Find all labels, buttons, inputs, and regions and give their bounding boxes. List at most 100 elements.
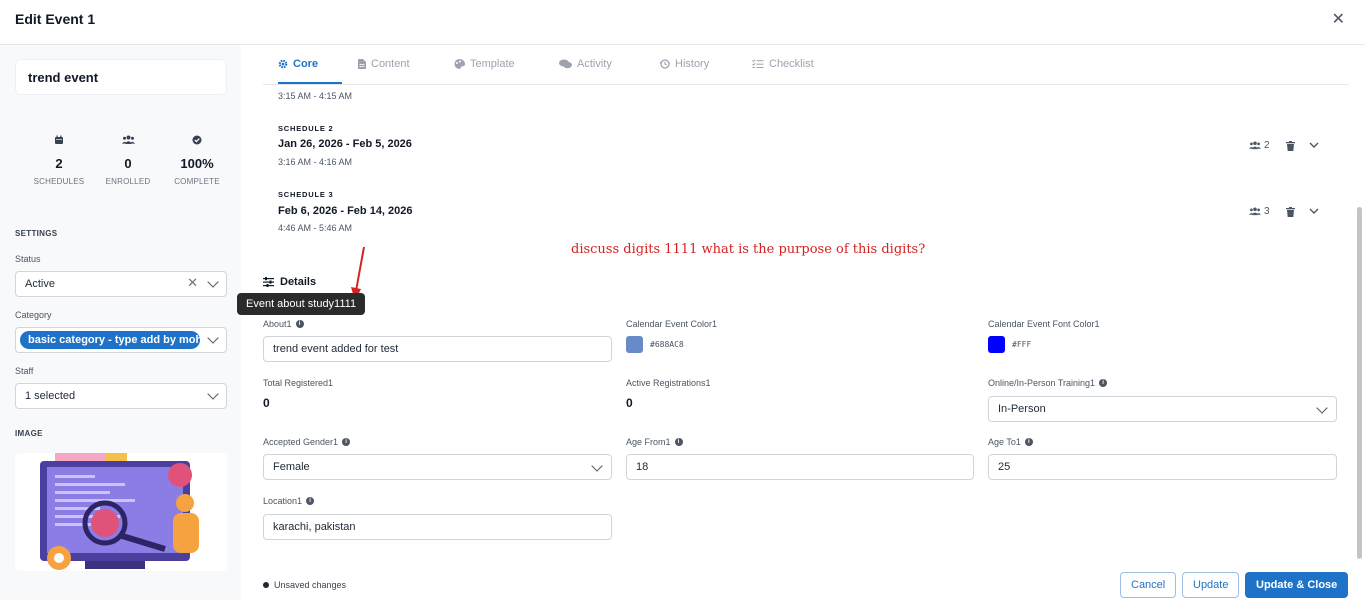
stat-value: 0	[124, 156, 132, 171]
stat-label: ENROLLED	[105, 177, 151, 186]
about-input[interactable]: trend event added for test	[263, 336, 612, 362]
stat-label: COMPLETE	[174, 177, 220, 186]
schedule-label: SCHEDULE 3	[278, 190, 334, 199]
tab-label: History	[675, 58, 710, 70]
tab-core[interactable]: Core	[278, 58, 318, 70]
tab-content[interactable]: Content	[358, 58, 410, 70]
calendar-color-label: Calendar Event Color1	[626, 319, 718, 329]
chevron-down-icon[interactable]	[207, 388, 219, 400]
chevron-down-icon[interactable]	[207, 332, 219, 344]
schedule-actions: 2	[1249, 140, 1319, 151]
staff-value: 1 selected	[25, 390, 76, 402]
tab-history[interactable]: History	[659, 58, 709, 70]
info-icon[interactable]: i	[1024, 438, 1033, 446]
total-registered-value: 0	[263, 396, 270, 410]
age-from-label-text: Age From1	[626, 437, 671, 447]
sliders-icon	[263, 277, 274, 287]
tab-checklist[interactable]: Checklist	[752, 58, 814, 70]
history-icon	[659, 59, 670, 69]
trash-icon[interactable]	[1285, 140, 1295, 151]
enrolled-count: 3	[1264, 206, 1270, 217]
training-label: Online/In-Person Training1 i	[988, 378, 1108, 388]
calendar-color-swatch[interactable]	[626, 336, 643, 353]
tab-label: Content	[371, 58, 410, 70]
info-icon[interactable]: i	[1099, 379, 1108, 387]
calendar-font-color-swatch[interactable]	[988, 336, 1005, 353]
users-icon	[121, 135, 135, 144]
about-tooltip: Event about study1111	[237, 293, 366, 315]
chevron-down-icon[interactable]	[1316, 402, 1328, 414]
schedule-time: 3:16 AM - 4:16 AM	[278, 157, 353, 167]
chevron-down-icon[interactable]	[1309, 142, 1319, 149]
stat-complete: 100% COMPLETE	[168, 135, 226, 186]
schedule-actions: 3	[1249, 206, 1319, 217]
age-to-input[interactable]: 25	[988, 454, 1337, 480]
active-registrations-label: Active Registrations1	[626, 378, 711, 388]
chevron-down-icon[interactable]	[1309, 208, 1319, 215]
stat-enrolled: 0 ENROLLED	[99, 135, 157, 186]
calendar-icon	[55, 135, 63, 144]
scrollbar[interactable]	[1357, 207, 1362, 559]
image-heading: IMAGE	[15, 429, 43, 438]
age-from-input[interactable]: 18	[626, 454, 974, 480]
palette-icon	[454, 59, 465, 69]
enrolled-count: 2	[1264, 140, 1270, 151]
info-icon[interactable]: i	[306, 497, 315, 505]
update-close-button[interactable]: Update & Close	[1245, 572, 1349, 598]
age-to-label: Age To1 i	[988, 437, 1033, 447]
schedule-dates: Feb 6, 2026 - Feb 14, 2026	[278, 205, 413, 217]
close-icon[interactable]: ✕	[1332, 12, 1345, 28]
schedule-label: SCHEDULE 2	[278, 124, 334, 133]
gear-icon	[278, 59, 288, 69]
sidebar: trend event 2 SCHEDULES 0 ENROLLED 100% …	[0, 45, 241, 600]
category-chip[interactable]: basic category - type add by mohan	[20, 331, 200, 349]
stat-value: 100%	[180, 156, 214, 171]
schedule-time: 4:46 AM - 5:46 AM	[278, 223, 353, 233]
event-image	[15, 453, 227, 571]
tab-activity[interactable]: Activity	[559, 58, 612, 70]
unsaved-status: Unsaved changes	[263, 580, 346, 590]
schedule-time: 3:15 AM - 4:15 AM	[278, 91, 353, 101]
tab-label: Activity	[577, 58, 612, 70]
trash-icon[interactable]	[1285, 206, 1295, 217]
tab-label: Core	[293, 58, 319, 70]
category-label: Category	[15, 310, 52, 320]
tab-template[interactable]: Template	[454, 58, 515, 70]
document-icon	[358, 59, 366, 69]
update-button[interactable]: Update	[1182, 572, 1240, 598]
info-icon[interactable]: i	[295, 320, 304, 328]
dialog-title: Edit Event 1	[15, 11, 96, 27]
status-label: Status	[15, 254, 41, 264]
training-label-text: Online/In-Person Training1	[988, 378, 1096, 388]
dialog-header: Edit Event 1 ✕	[0, 0, 1365, 45]
age-from-label: Age From1 i	[626, 437, 683, 447]
details-heading: Details	[263, 276, 316, 288]
status-dot	[263, 582, 269, 588]
gender-select[interactable]: Female	[263, 454, 612, 480]
cancel-button[interactable]: Cancel	[1120, 572, 1177, 598]
status-select[interactable]: Active ✕	[15, 271, 227, 297]
location-label-text: Location1	[263, 496, 303, 506]
calendar-color-hex: #688AC8	[650, 340, 684, 349]
main-panel: Core Content Template Activity History C…	[237, 45, 1365, 600]
settings-heading: SETTINGS	[15, 229, 58, 238]
location-input[interactable]: karachi, pakistan	[263, 514, 612, 540]
unsaved-text: Unsaved changes	[274, 580, 347, 590]
tab-bar: Core Content Template Activity History C…	[263, 45, 1349, 85]
annotation-text: discuss digits 1111 what is the purpose …	[571, 242, 926, 257]
category-select[interactable]: basic category - type add by mohan	[15, 327, 227, 353]
training-select[interactable]: In-Person	[988, 396, 1337, 422]
status-value: Active	[25, 278, 55, 290]
schedule-dates: Jan 26, 2026 - Feb 5, 2026	[278, 138, 412, 150]
gender-label: Accepted Gender1 i	[263, 437, 351, 447]
info-icon[interactable]: i	[342, 438, 351, 446]
info-icon[interactable]: i	[674, 438, 683, 446]
checklist-icon	[752, 59, 764, 68]
chevron-down-icon[interactable]	[591, 460, 603, 472]
gender-value: Female	[273, 461, 310, 473]
stat-schedules: 2 SCHEDULES	[30, 135, 88, 186]
clear-icon[interactable]: ✕	[187, 275, 198, 291]
staff-select[interactable]: 1 selected	[15, 383, 227, 409]
total-registered-label: Total Registered1	[263, 378, 334, 388]
chevron-down-icon[interactable]	[207, 276, 219, 288]
